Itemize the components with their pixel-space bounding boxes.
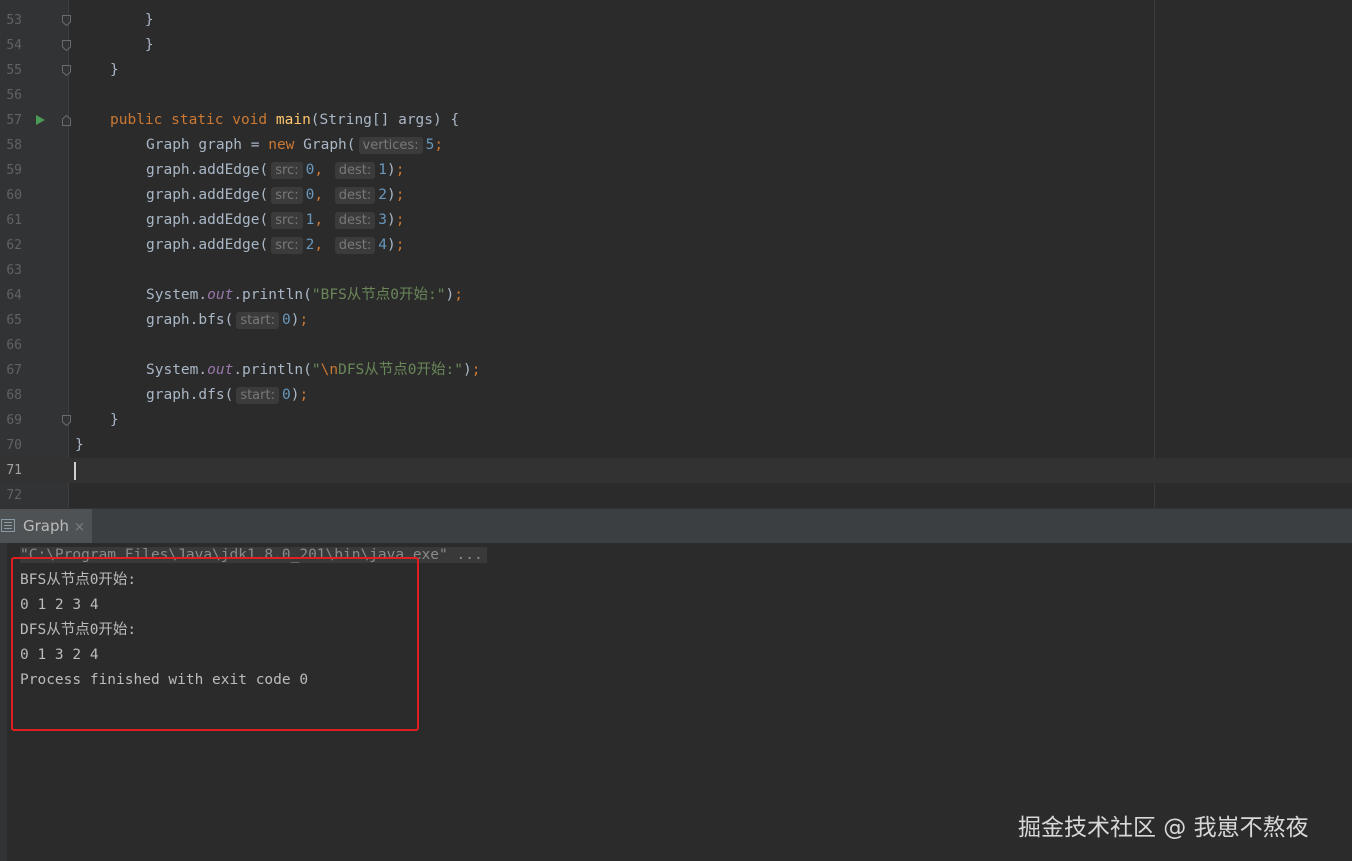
code-line[interactable]: 72: [0, 483, 1352, 508]
line-number: 53: [6, 13, 22, 28]
run-panel-header: Graph ×: [0, 508, 1352, 544]
fold-marker-icon[interactable]: [62, 415, 71, 426]
line-number: 57: [6, 113, 22, 128]
run-tab-label: Graph: [23, 517, 70, 535]
text-caret: [74, 462, 76, 480]
code-text: graph.addEdge(src: 1, dest: 3);: [146, 212, 405, 229]
code-line[interactable]: 66: [0, 333, 1352, 358]
code-line[interactable]: 67 System.out.println("\nDFS从节点0开始:");: [0, 358, 1352, 383]
line-number: 69: [6, 413, 22, 428]
line-number: 61: [6, 213, 22, 228]
code-line[interactable]: 70 }: [0, 433, 1352, 458]
code-line[interactable]: 65 graph.bfs(start: 0);: [0, 308, 1352, 333]
line-number: 62: [6, 238, 22, 253]
fold-marker-icon[interactable]: [62, 65, 71, 76]
code-line[interactable]: 57 public static void main(String[] args…: [0, 108, 1352, 133]
code-text: }: [110, 412, 119, 428]
run-main-icon[interactable]: [36, 115, 45, 125]
code-text: }: [110, 12, 154, 28]
code-text: graph.bfs(start: 0);: [146, 312, 309, 329]
code-line[interactable]: 56: [0, 83, 1352, 108]
console-gutter: [0, 543, 7, 861]
run-tab-graph[interactable]: Graph ×: [0, 509, 92, 544]
code-line[interactable]: 64 System.out.println("BFS从节点0开始:");: [0, 283, 1352, 308]
console-icon: [1, 519, 15, 532]
code-text: public static void main(String[] args) {: [110, 112, 460, 128]
line-number: 55: [6, 63, 22, 78]
code-line[interactable]: 63: [0, 258, 1352, 283]
line-number: 67: [6, 363, 22, 378]
code-text: System.out.println("BFS从节点0开始:");: [146, 287, 463, 303]
code-line[interactable]: 53 }: [0, 8, 1352, 33]
code-text: Graph graph = new Graph(vertices: 5;: [146, 137, 444, 154]
code-line[interactable]: 55 }: [0, 58, 1352, 83]
code-text: graph.addEdge(src: 2, dest: 4);: [146, 237, 405, 254]
line-number: 72: [6, 488, 22, 503]
code-editor[interactable]: 53 } 54 } 55 } 56 57 public static void …: [0, 0, 1352, 508]
line-number: 66: [6, 338, 22, 353]
code-line[interactable]: 60 graph.addEdge(src: 0, dest: 2);: [0, 183, 1352, 208]
output-highlight-box: [11, 557, 419, 731]
code-line[interactable]: 68 graph.dfs(start: 0);: [0, 383, 1352, 408]
code-line-current[interactable]: 71: [0, 458, 1352, 483]
line-number: 70: [6, 438, 22, 453]
code-line[interactable]: 69 }: [0, 408, 1352, 433]
line-number: 65: [6, 313, 22, 328]
code-line[interactable]: 58 Graph graph = new Graph(vertices: 5;: [0, 133, 1352, 158]
code-text: System.out.println("\nDFS从节点0开始:");: [146, 362, 481, 378]
code-line[interactable]: 62 graph.addEdge(src: 2, dest: 4);: [0, 233, 1352, 258]
watermark: 掘金技术社区 @ 我崽不熬夜: [1018, 815, 1309, 841]
fold-marker-icon[interactable]: [62, 15, 71, 26]
line-number: 63: [6, 263, 22, 278]
code-text: graph.addEdge(src: 0, dest: 2);: [146, 187, 405, 204]
line-number: 56: [6, 88, 22, 103]
line-number: 71: [6, 463, 22, 478]
code-text: graph.dfs(start: 0);: [146, 387, 309, 404]
line-number: 58: [6, 138, 22, 153]
fold-marker-icon[interactable]: [62, 115, 71, 126]
fold-marker-icon[interactable]: [62, 40, 71, 51]
line-number: 64: [6, 288, 22, 303]
code-text: }: [110, 62, 119, 78]
line-number: 60: [6, 188, 22, 203]
code-line[interactable]: 54 }: [0, 33, 1352, 58]
code-text: graph.addEdge(src: 0, dest: 1);: [146, 162, 405, 179]
code-line[interactable]: 59 graph.addEdge(src: 0, dest: 1);: [0, 158, 1352, 183]
code-text: }: [110, 37, 154, 53]
line-number: 68: [6, 388, 22, 403]
line-number: 54: [6, 38, 22, 53]
code-line[interactable]: 61 graph.addEdge(src: 1, dest: 3);: [0, 208, 1352, 233]
code-text: }: [75, 437, 84, 453]
close-icon[interactable]: ×: [74, 509, 85, 546]
line-number: 59: [6, 163, 22, 178]
